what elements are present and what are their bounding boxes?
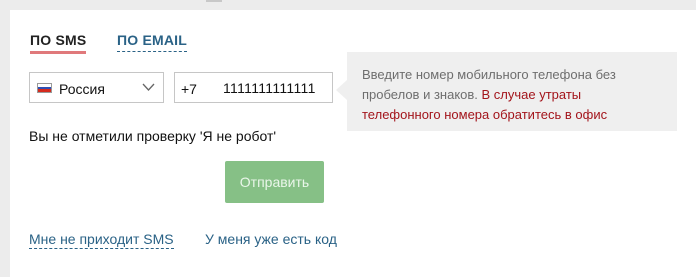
tab-sms[interactable]: ПО SMS	[30, 32, 87, 54]
submit-button[interactable]: Отправить	[225, 161, 324, 203]
country-label: Россия	[59, 81, 105, 97]
chevron-down-icon	[142, 83, 155, 91]
phone-hint: Введите номер мобильного телефона без пр…	[347, 52, 677, 131]
top-divider	[206, 0, 222, 2]
country-select[interactable]: Россия	[29, 72, 164, 103]
phone-country-code: +7	[181, 81, 197, 97]
tab-email[interactable]: ПО EMAIL	[117, 32, 187, 52]
have-code-link[interactable]: У меня уже есть код	[205, 231, 337, 248]
no-sms-link[interactable]: Мне не приходит SMS	[29, 231, 174, 249]
phone-field: +7	[174, 72, 333, 103]
captcha-error-message: Вы не отметили проверку 'Я не робот'	[29, 128, 277, 144]
russia-flag-icon	[37, 83, 52, 93]
phone-input[interactable]	[223, 77, 327, 99]
hint-pointer	[336, 80, 347, 100]
